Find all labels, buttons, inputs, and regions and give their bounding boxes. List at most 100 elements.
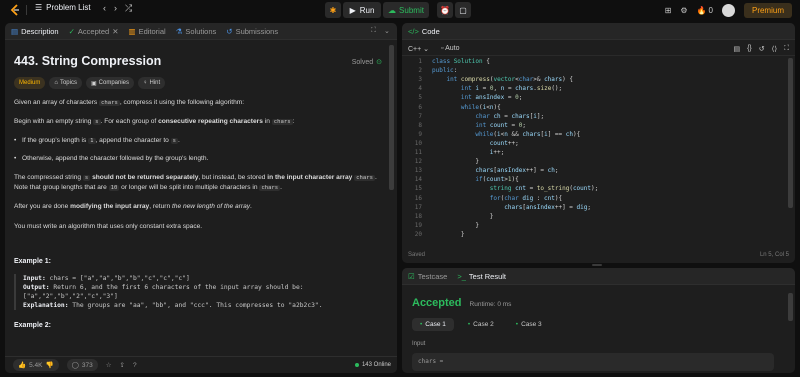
check-circle-icon: ⊙ (376, 59, 382, 66)
case-tab-2[interactable]: • Case 2 (460, 318, 502, 331)
inline-code: s (170, 138, 179, 145)
inline-code: 1 (88, 138, 96, 145)
code-line: string cnt = to_string(count); (489, 185, 599, 193)
help-icon[interactable]: ? (133, 362, 137, 369)
book-icon: ▥ (128, 26, 136, 36)
shuffle-icon[interactable]: ⤮ (125, 3, 132, 14)
left-panel-tabs: ▤ Description ✓ Accepted ✕ ▥ Editorial ⚗… (5, 23, 397, 40)
difficulty-badge[interactable]: Medium (14, 77, 46, 89)
case-tab-3[interactable]: • Case 3 (508, 318, 550, 331)
next-problem-icon[interactable]: › (114, 3, 117, 14)
tab-label: Solutions (185, 26, 217, 36)
output-label: Output: (23, 283, 50, 291)
text: Begin with an empty string (14, 118, 94, 126)
result-status: Accepted (412, 297, 462, 309)
paragraph-3: The compressed string s should not be re… (14, 173, 386, 193)
layout-icon[interactable]: ⊞ (665, 6, 672, 15)
code-panel-header: </> Code (402, 23, 795, 40)
code-line: if(count>1){ (475, 176, 519, 184)
tab-accepted[interactable]: ✓ Accepted ✕ (69, 27, 119, 36)
code-format-icon[interactable]: ⟨⟩ (772, 45, 777, 53)
reset-icon[interactable]: ↺ (759, 45, 765, 53)
tab-solutions[interactable]: ⚗ Solutions (176, 27, 217, 36)
brackets-icon[interactable]: {} (747, 45, 752, 53)
text: If the group's length is (22, 137, 89, 145)
problem-list-label: Problem List (46, 3, 91, 12)
line-number: 14 (414, 176, 422, 184)
editor-toolbar: C++ ⌄ ▫ Auto ▤ {} ↺ ⟨⟩ ⛶ (402, 42, 795, 56)
hint-chip[interactable]: ♀ Hint (138, 77, 166, 89)
inline-code: 10 (108, 185, 120, 192)
line-number: 17 (414, 203, 422, 211)
inline-code: chars (271, 119, 293, 126)
result-summary: Accepted Runtime: 0 ms (412, 297, 511, 309)
line-number: 13 (414, 167, 422, 175)
star-icon[interactable]: ☆ (106, 361, 112, 369)
comments-button[interactable]: ◯ 373 (66, 359, 98, 371)
tab-description[interactable]: ▤ Description (11, 27, 59, 36)
dot-icon: • (515, 321, 519, 328)
tab-code[interactable]: </> Code (408, 27, 440, 36)
like-button[interactable]: 👍 5.4K 👎 (13, 359, 59, 371)
note-icon[interactable]: ▤ (733, 45, 740, 53)
fire-icon: 🔥 (696, 5, 707, 15)
input-label: Input: (23, 274, 46, 282)
tab-editorial[interactable]: ▥ Editorial (128, 27, 165, 36)
case-tab-1[interactable]: • Case 1 (412, 318, 454, 331)
top-bar: ☰ Problem List ‹ › ⤮ ✱ ▶ Run ☁ Submit ⏰ … (0, 0, 800, 20)
tab-testcase[interactable]: ☑ Testcase (408, 272, 447, 281)
online-dot (354, 363, 359, 367)
prev-problem-icon[interactable]: ‹ (103, 3, 106, 14)
problem-description: 443. String Compression Solved ⊙ Medium … (14, 54, 386, 329)
lock-icon: ▣ (90, 80, 97, 87)
tab-test-result[interactable]: >_ Test Result (457, 272, 506, 281)
code-line: } (432, 221, 479, 229)
problem-list-link[interactable]: ☰ Problem List (35, 3, 91, 12)
fullscreen-icon[interactable]: ⛶ (784, 45, 789, 53)
auto-mode-toggle[interactable]: ▫ Auto (441, 45, 459, 52)
alarm-button[interactable]: ⏰ (437, 2, 453, 18)
case-tabs: • Case 1 • Case 2 • Case 3 (412, 318, 550, 331)
submit-label: Submit (399, 5, 424, 15)
text: . For each group of (100, 118, 159, 126)
companies-chip[interactable]: ▣ Companies (85, 77, 135, 89)
code-line: int i = 0, n = chars.size(); (460, 85, 563, 93)
resize-handle[interactable] (592, 264, 602, 266)
avatar[interactable] (721, 3, 735, 17)
notes-button[interactable]: ▢ (455, 2, 471, 18)
text: , compress it using the following algori… (119, 99, 245, 106)
run-button[interactable]: ▶ Run (343, 2, 381, 18)
premium-button[interactable]: Premium (743, 2, 792, 18)
check-icon: ✓ (68, 26, 75, 36)
solved-label: Solved (351, 58, 374, 66)
line-number: 3 (418, 76, 422, 84)
settings-icon[interactable]: ⚙ (680, 6, 687, 15)
close-tab-icon[interactable]: ✕ (112, 27, 118, 36)
leetcode-logo-icon[interactable] (8, 3, 22, 17)
tab-label: Code (421, 26, 440, 36)
result-scrollbar[interactable] (788, 293, 793, 321)
editor-actions: ▤ {} ↺ ⟨⟩ ⛶ (733, 45, 789, 53)
collapse-icon[interactable]: ⌄ (384, 27, 390, 35)
top-right-controls: ⊞ ⚙ 🔥 0 Premium (665, 2, 792, 18)
scrollbar[interactable] (389, 45, 394, 190)
bullet-1: • If the group's length is 1, append the… (14, 136, 386, 146)
submit-button[interactable]: ☁ Submit (383, 2, 429, 18)
terminal-icon: >_ (457, 271, 466, 281)
streak-counter[interactable]: 🔥 0 (697, 6, 713, 15)
language-select[interactable]: C++ ⌄ (408, 45, 429, 53)
topics-chip[interactable]: ⌂ Topics (49, 77, 82, 89)
debug-button[interactable]: ✱ (325, 2, 341, 18)
code-line: while(i<n && chars[i] == ch){ (475, 130, 581, 138)
case-label: Case 1 (425, 321, 446, 328)
tab-submissions[interactable]: ↺ Submissions (226, 27, 278, 36)
code-line: int ansIndex = 0; (460, 94, 523, 102)
bullet-dot: • (14, 137, 17, 145)
thumbs-down-icon[interactable]: 👎 (45, 361, 53, 369)
share-icon[interactable]: ⇪ (120, 361, 125, 369)
save-status: Saved (408, 252, 426, 258)
text: , but instead, be stored (198, 173, 268, 181)
code-scrollbar[interactable] (788, 58, 793, 208)
paragraph-2: Begin with an empty string s. For each g… (14, 117, 386, 127)
expand-icon[interactable]: ⛶ (371, 27, 376, 35)
